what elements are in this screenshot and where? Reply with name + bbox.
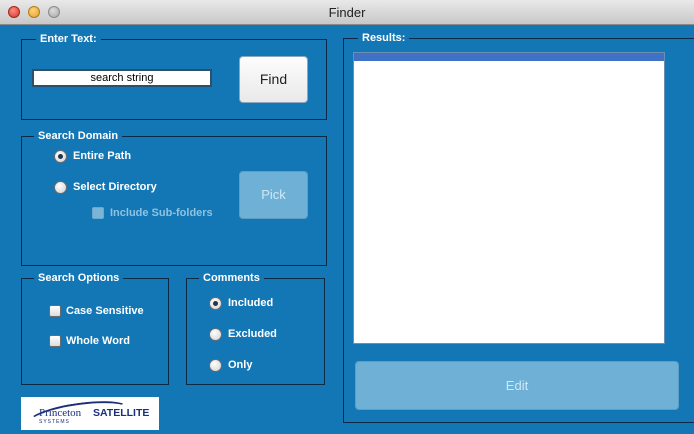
window-title: Finder [328,5,366,20]
logo-text-systems: SYSTEMS [39,419,70,425]
excluded-radio[interactable] [209,328,222,341]
window-titlebar: Finder [0,0,694,25]
select-directory-label[interactable]: Select Directory [73,180,157,194]
pick-button[interactable]: Pick [239,171,308,219]
select-directory-radio[interactable] [54,181,67,194]
logo-text-princeton: Princeton [39,407,82,419]
case-sensitive-checkbox[interactable] [49,305,61,317]
include-subfolders-checkbox[interactable] [92,207,104,219]
case-sensitive-label[interactable]: Case Sensitive [66,304,144,318]
search-domain-panel: Search Domain Entire Path Select Directo… [21,128,327,266]
results-selected-row[interactable] [354,53,664,61]
entire-path-label[interactable]: Entire Path [73,149,131,163]
find-button[interactable]: Find [239,56,308,103]
only-label[interactable]: Only [228,358,252,372]
enter-text-panel: Enter Text: search string Find [21,31,327,120]
included-label[interactable]: Included [228,296,273,310]
results-title: Results: [358,30,410,46]
excluded-label[interactable]: Excluded [228,327,277,341]
entire-path-radio[interactable] [54,150,67,163]
results-panel: Results: Edit [343,30,694,423]
comments-panel: Comments Included Excluded Only [186,270,325,385]
only-radio[interactable] [209,359,222,372]
results-list[interactable] [353,52,665,344]
princeton-satellite-systems-logo: Princeton SATELLITE SYSTEMS [21,397,159,430]
include-subfolders-label: Include Sub-folders [110,207,213,219]
logo-text-satellite: SATELLITE [93,407,150,419]
search-input[interactable]: search string [32,69,212,87]
search-options-panel: Search Options Case Sensitive Whole Word [21,270,169,385]
whole-word-checkbox[interactable] [49,335,61,347]
comments-title: Comments [199,270,264,286]
edit-button[interactable]: Edit [355,361,679,410]
enter-text-title: Enter Text: [36,31,101,47]
search-options-title: Search Options [34,270,124,286]
whole-word-label[interactable]: Whole Word [66,334,130,348]
included-radio[interactable] [209,297,222,310]
search-domain-title: Search Domain [34,128,123,144]
